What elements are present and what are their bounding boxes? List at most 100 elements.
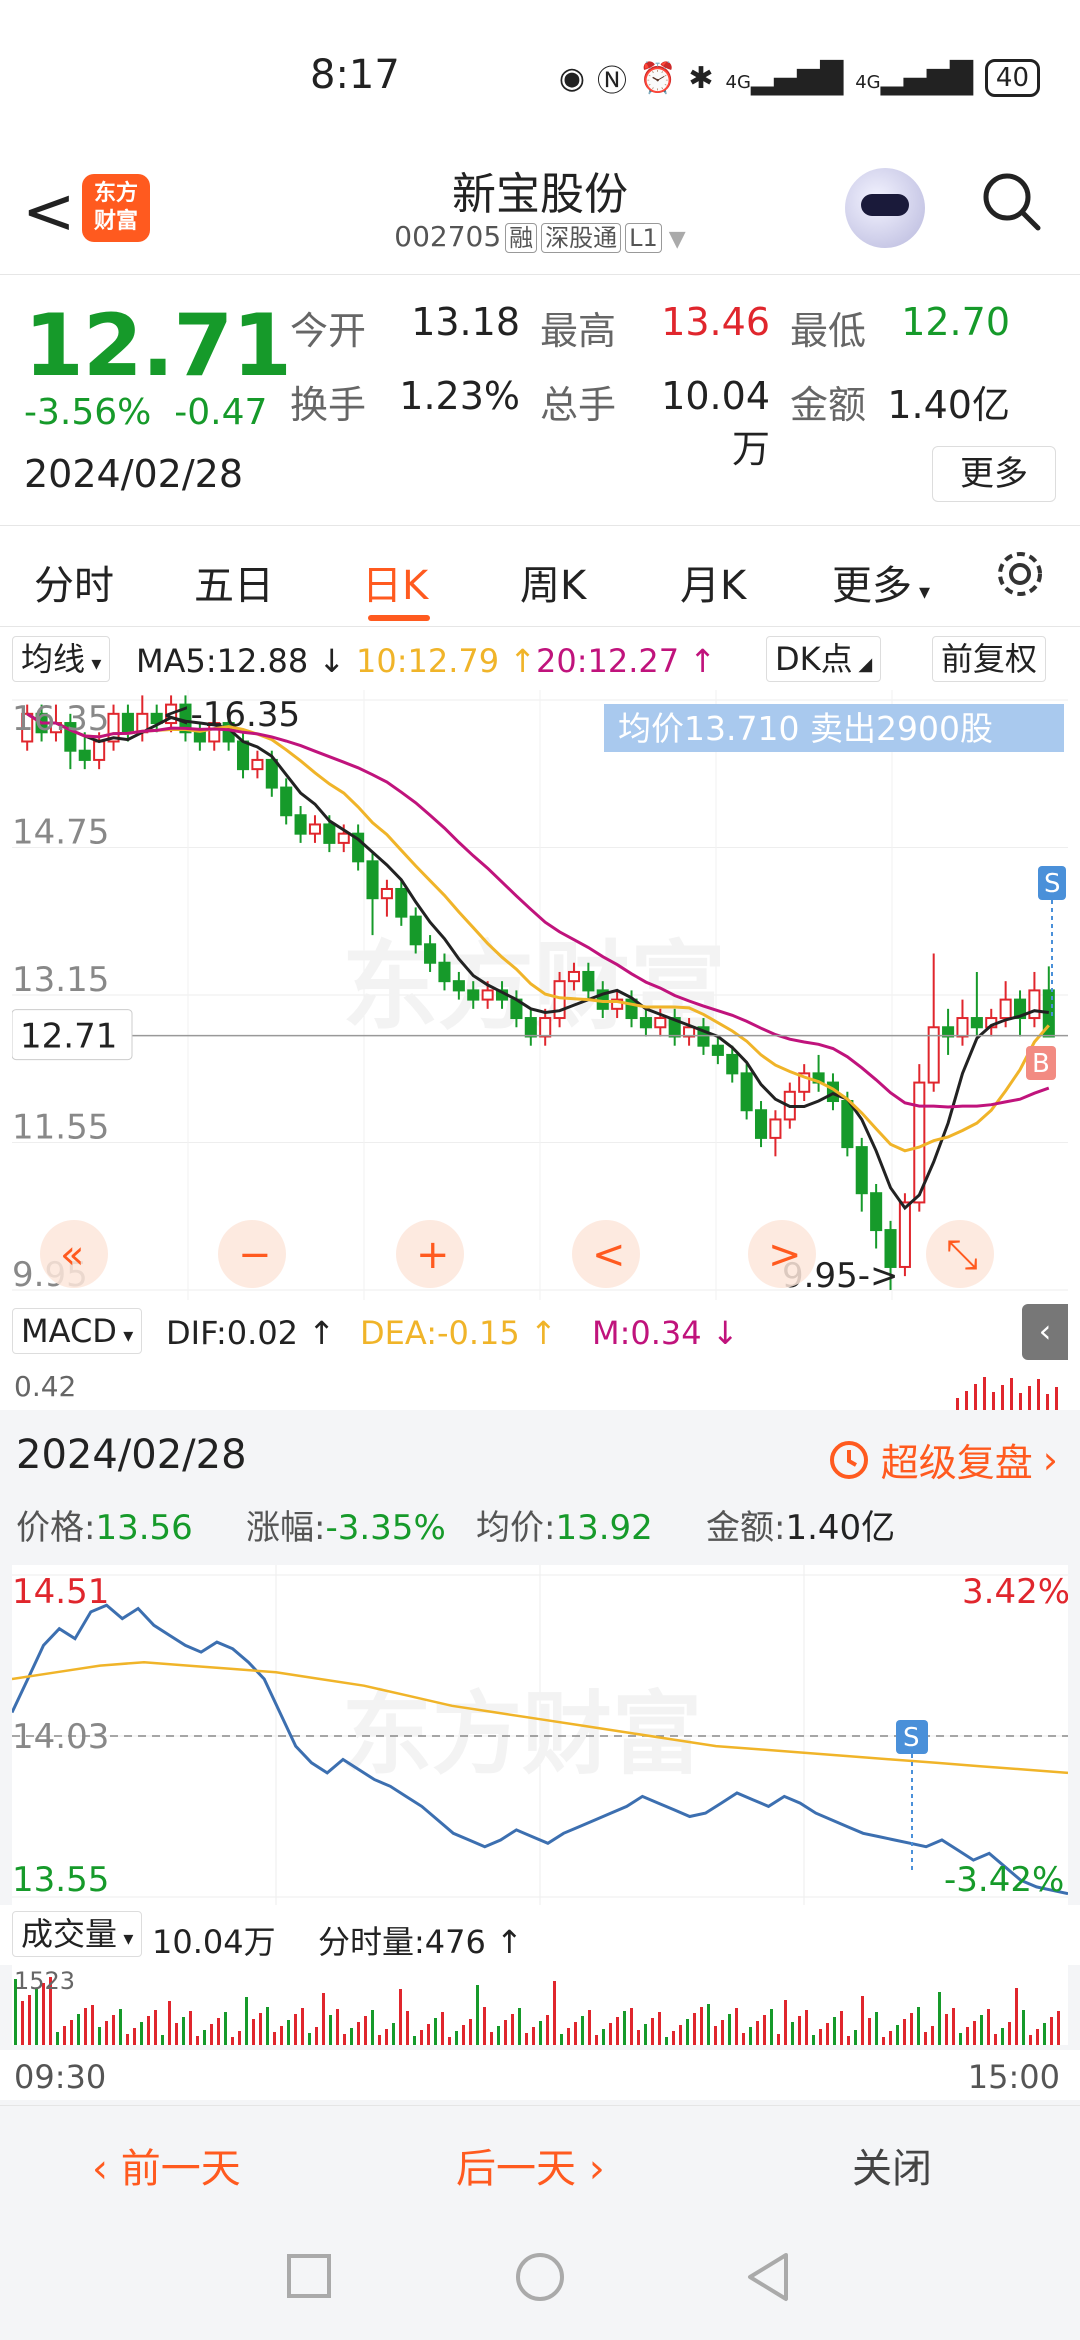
volume-bar — [63, 2026, 66, 2045]
tab-weekly-k[interactable]: 周K — [520, 553, 586, 611]
ma20-value: 20:12.27 ↑ — [536, 642, 717, 680]
more-quote-button[interactable]: 更多 — [932, 446, 1056, 502]
home-icon[interactable] — [514, 2251, 566, 2303]
chart-control-icon-1: − — [238, 1232, 272, 1278]
volume-bar — [917, 2007, 920, 2045]
volume-bar — [504, 2020, 507, 2045]
macd-bar — [1001, 1385, 1004, 1412]
trade-banner-text: 均价13.710 卖出2900股 — [618, 709, 993, 748]
candle-body — [582, 970, 595, 992]
volume-bar — [420, 2030, 423, 2045]
volume-bar — [749, 2027, 752, 2045]
volume-bar — [357, 2022, 360, 2045]
candle-body — [567, 970, 581, 983]
system-nav-bar — [0, 2213, 1080, 2340]
candle-body — [265, 758, 278, 789]
macd-bar — [974, 1384, 977, 1412]
volume-bar — [378, 2035, 381, 2045]
volume-bar — [812, 2035, 815, 2045]
volume-chart[interactable]: 1523 — [12, 1965, 1068, 2045]
candle-body — [539, 1017, 552, 1038]
candle-body — [78, 749, 91, 761]
bluetooth-icon: ✱ — [688, 60, 714, 96]
back-nav-icon[interactable] — [744, 2251, 792, 2303]
super-replay-link[interactable]: 超级复盘 › — [827, 1432, 1058, 1487]
volume-bar — [574, 2022, 577, 2045]
minute-volume: 分时量:476 ↑ — [318, 1923, 523, 1961]
volume-bar — [553, 1981, 556, 2045]
volume-bar — [119, 2009, 122, 2045]
volume-bar — [231, 2037, 234, 2045]
replay-date: 2024/02/28 — [16, 1432, 247, 1478]
recent-apps-icon[interactable] — [286, 2253, 332, 2299]
candle-body — [323, 823, 336, 844]
volume-bar — [861, 1996, 864, 2045]
candle-body — [308, 823, 322, 835]
volume-bar — [742, 2033, 745, 2045]
status-time: 8:17 — [310, 52, 400, 98]
volume-bar — [994, 2034, 997, 2045]
close-button[interactable]: 关闭 — [852, 2136, 932, 2194]
volume-bar — [735, 2008, 738, 2045]
collapse-icon[interactable]: ‹ — [1022, 1304, 1068, 1360]
volume-bar — [931, 2026, 934, 2045]
volume-bar — [938, 1992, 941, 2045]
volume-bar — [973, 2021, 976, 2045]
volume-bar — [210, 2024, 213, 2045]
volume-bar — [532, 2027, 535, 2045]
volume-bar — [56, 2032, 59, 2045]
volume-bar — [399, 1989, 402, 2045]
volume-bar — [217, 2018, 220, 2045]
candle-body — [1028, 989, 1041, 1020]
volume-selector[interactable]: 成交量 ▾ — [12, 1911, 143, 1957]
y-axis-label: 16.35 — [12, 699, 109, 739]
macd-bar — [1010, 1378, 1013, 1412]
volume-bar — [952, 2008, 955, 2045]
chart-control-icon-4: > — [768, 1232, 802, 1278]
volume-bar — [455, 2031, 458, 2045]
volume-bar — [644, 2024, 647, 2045]
dk-point-button[interactable]: DK点 ◢ — [766, 636, 882, 682]
volume-bar — [1001, 2028, 1004, 2045]
battery-icon: 40 — [984, 59, 1040, 97]
macd-chart[interactable]: 0.42 — [12, 1362, 1068, 1412]
volume-bar — [896, 2025, 899, 2045]
volume-bar — [364, 2016, 367, 2045]
macd-selector[interactable]: MACD ▾ — [12, 1308, 143, 1354]
candle-body — [121, 712, 134, 734]
next-day-button[interactable]: 后一天 › — [456, 2136, 605, 2194]
volume-indicator-row: 成交量 ▾ 10.04万 分时量:476 ↑ — [0, 1905, 1080, 1965]
chart-control-icon-0: « — [60, 1232, 84, 1278]
price-adjust-button[interactable]: 前复权 — [932, 636, 1047, 682]
candle-body — [294, 814, 307, 835]
max-price-note: <-16.35 — [162, 695, 300, 735]
gear-icon[interactable] — [993, 547, 1047, 601]
volume-bar — [469, 2019, 472, 2045]
volume-bar — [133, 2028, 136, 2045]
chart-control-icon-2: + — [416, 1232, 450, 1278]
tab-intraday[interactable]: 分时 — [34, 553, 114, 611]
volume-bar — [882, 2037, 885, 2045]
macd-bar — [983, 1377, 986, 1412]
tab-more[interactable]: 更多 ▾ — [832, 553, 930, 611]
intraday-chart[interactable]: 东方财富 14.51 14.03 13.55 3.42% -3.42% S — [12, 1565, 1068, 1905]
kline-chart[interactable]: 东方财富16.3514.7513.1511.559.9512.71<-16.35… — [12, 690, 1068, 1300]
candle-body — [424, 943, 437, 964]
replay-summary-row: 价格:13.56 涨幅:-3.35% 均价:13.92 金额:1.40亿 — [16, 1508, 896, 1548]
ma-selector[interactable]: 均线 ▾ — [12, 636, 111, 682]
assistant-avatar[interactable] — [845, 168, 925, 248]
tab-monthly-k[interactable]: 月K — [680, 553, 746, 611]
status-icons: ◉ Ⓝ ⏰ ✱ 4G▂▄▆█ 4G▂▄▆█ 40 — [559, 56, 1040, 100]
macd-m: M:0.34 ↓ — [592, 1314, 739, 1352]
tab-five-day[interactable]: 五日 — [194, 553, 274, 611]
volume-top-label: 1523 — [14, 1967, 76, 1995]
prev-day-button[interactable]: ‹ 前一天 — [92, 2136, 241, 2194]
search-icon[interactable] — [980, 170, 1042, 232]
tab-daily-k[interactable]: 日K — [362, 553, 428, 611]
candle-body — [251, 758, 264, 771]
candle-body — [93, 740, 106, 761]
volume-bar — [791, 2022, 794, 2045]
sell-mark: S — [1044, 869, 1061, 899]
current-price: 12.71 — [24, 296, 292, 396]
signal-icon-2: 4G▂▄▆█ — [855, 60, 973, 96]
